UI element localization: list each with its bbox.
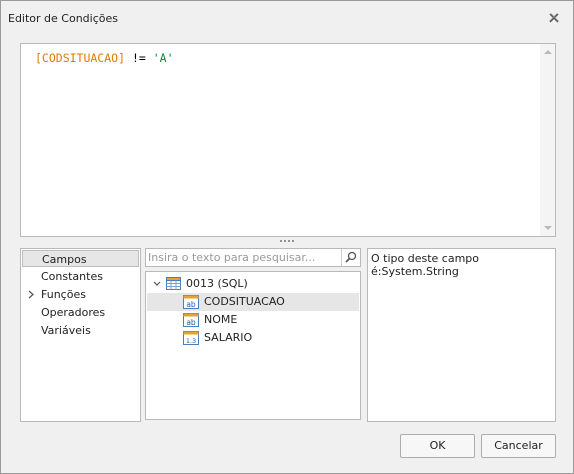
dialog-window: Editor de Condições [CODSITUACAO] != 'A'…	[0, 0, 574, 474]
field-token: [CODSITUACAO]	[35, 51, 126, 65]
info-panel: O tipo deste campo é:System.String	[367, 248, 556, 422]
category-label: Constantes	[41, 270, 103, 283]
close-icon[interactable]	[547, 11, 561, 25]
expression-text[interactable]: [CODSITUACAO] != 'A'	[35, 51, 174, 65]
cancel-button[interactable]: Cancelar	[481, 434, 556, 458]
category-label: Variáveis	[41, 324, 91, 337]
category-campos[interactable]: Campos	[22, 250, 139, 267]
search-icon[interactable]	[341, 249, 360, 266]
tree-field-label: SALARIO	[204, 331, 253, 344]
tree-row-field[interactable]: ab NOME	[147, 311, 359, 329]
tree-row-field[interactable]: ab CODSITUACAO	[147, 293, 359, 311]
category-operadores[interactable]: Operadores	[22, 304, 139, 321]
dialog-title: Editor de Condições	[8, 12, 118, 25]
string-token: 'A'	[152, 51, 174, 65]
expression-editor[interactable]: [CODSITUACAO] != 'A'	[20, 43, 556, 237]
category-funcoes[interactable]: Funções	[22, 286, 139, 303]
scroll-down-icon[interactable]	[544, 226, 552, 230]
number-field-icon: 1.3	[183, 331, 199, 351]
tree-field-label: CODSITUACAO	[204, 295, 285, 308]
title-bar[interactable]: Editor de Condições	[1, 1, 573, 35]
tree-root-label: 0013 (SQL)	[186, 277, 248, 290]
search-box	[145, 248, 361, 267]
tree-row-root[interactable]: 0013 (SQL)	[147, 275, 359, 293]
category-label: Funções	[41, 288, 86, 301]
field-badge: ab	[186, 300, 196, 309]
field-type-description: O tipo deste campo é:System.String	[371, 252, 480, 278]
category-list: Campos Constantes Funções Operadores Var…	[20, 248, 141, 422]
category-label: Operadores	[41, 306, 106, 319]
tree-field-label: NOME	[204, 313, 238, 326]
search-input[interactable]	[148, 250, 342, 265]
editor-scrollbar[interactable]	[540, 44, 555, 236]
operator-token: !=	[125, 51, 153, 65]
ok-button[interactable]: OK	[400, 434, 475, 458]
field-badge: 1.3	[186, 337, 196, 345]
category-variaveis[interactable]: Variáveis	[22, 322, 139, 339]
tree-row-field[interactable]: 1.3 SALARIO	[147, 329, 359, 347]
splitter-handle[interactable]	[279, 239, 295, 243]
category-label: Campos	[42, 253, 87, 266]
field-badge: ab	[186, 318, 196, 327]
scroll-up-icon[interactable]	[544, 50, 552, 54]
field-tree: 0013 (SQL) ab CODSITUACAO ab NOME 1.3 SA…	[145, 271, 361, 420]
fields-panel: 0013 (SQL) ab CODSITUACAO	[145, 248, 361, 420]
category-constantes[interactable]: Constantes	[22, 268, 139, 285]
